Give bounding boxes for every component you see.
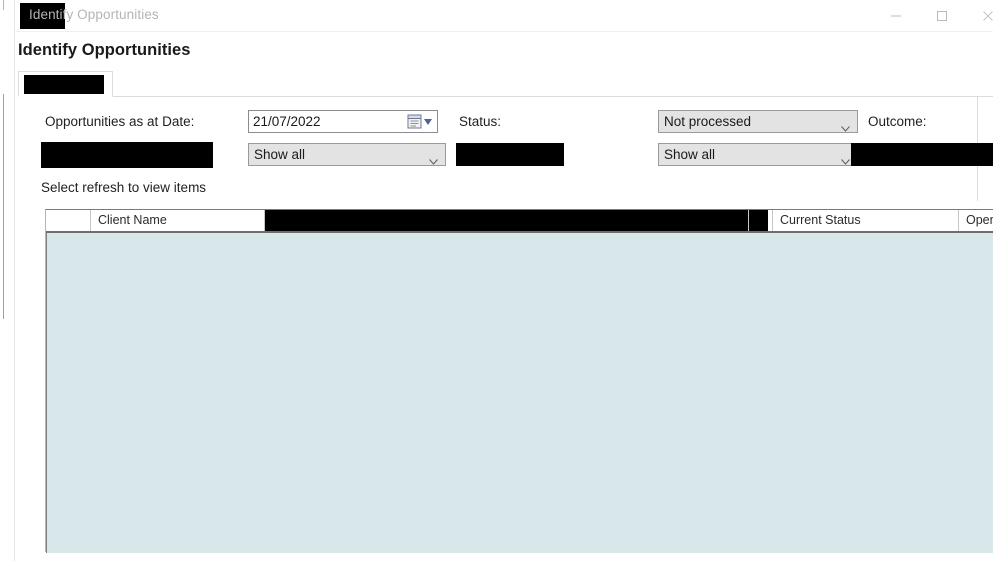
tab-strip [15,71,993,97]
grid-body-left-border [46,233,47,553]
maximize-button[interactable] [919,0,965,31]
close-button[interactable] [965,0,993,31]
grid-body-empty[interactable] [46,233,993,553]
grid-header-row: Client Name Current Status Open [46,210,993,233]
close-icon [983,10,993,21]
minimize-button[interactable] [873,0,919,31]
minimize-icon [891,15,901,16]
grid-column-redacted-narrow[interactable] [749,210,773,231]
date-input[interactable]: 21/07/2022 [248,110,438,133]
redacted-field-left [41,142,213,168]
date-input-value: 21/07/2022 [253,114,321,129]
grid-column-open[interactable]: Open [959,210,993,231]
show-all-right-value: Show all [664,147,716,162]
show-all-left-value: Show all [254,147,306,162]
screen-root: Identify Opportunities Identify Opportun… [0,0,993,561]
grid-column-open-label: Open [966,213,993,227]
chevron-down-icon [429,152,438,165]
opportunities-grid: Client Name Current Status Open [45,209,993,553]
status-select-value: Not processed [664,114,752,129]
maximize-icon [937,10,947,21]
tab-label-redacted [24,75,104,94]
background-window-border [3,94,4,319]
identify-opportunities-window: Identify Opportunities Identify Opportun… [15,0,993,561]
chevron-down-icon [841,119,850,132]
grid-column-select[interactable] [46,210,91,231]
show-all-left-select[interactable]: Show all [248,143,446,166]
accent-stripe [3,0,4,10]
page-title: Identify Opportunities [18,41,191,59]
status-select[interactable]: Not processed [658,110,858,133]
grid-column-current-status[interactable]: Current Status [773,210,959,231]
grid-column-client-name-label: Client Name [98,213,167,227]
status-label: Status: [459,114,502,129]
tab-active[interactable] [18,71,113,97]
title-bar[interactable]: Identify Opportunities [15,0,993,32]
window-title: Identify Opportunities [29,7,159,22]
grid-column-redacted-fill [265,210,748,231]
grid-column-client-name[interactable]: Client Name [91,210,265,231]
outcome-label: Outcome: [868,114,927,129]
chevron-down-icon [841,152,850,165]
redacted-field-status [456,143,564,166]
grid-column-redacted-narrow-fill [749,210,768,231]
calendar-dropdown-icon[interactable] [407,114,433,130]
refresh-hint-text: Select refresh to view items [41,180,207,195]
grid-column-redacted[interactable] [265,210,749,231]
grid-column-current-status-label: Current Status [780,213,861,227]
date-label: Opportunities as at Date: [45,114,195,129]
redacted-field-outcome [851,143,993,166]
show-all-right-select[interactable]: Show all [658,143,858,166]
